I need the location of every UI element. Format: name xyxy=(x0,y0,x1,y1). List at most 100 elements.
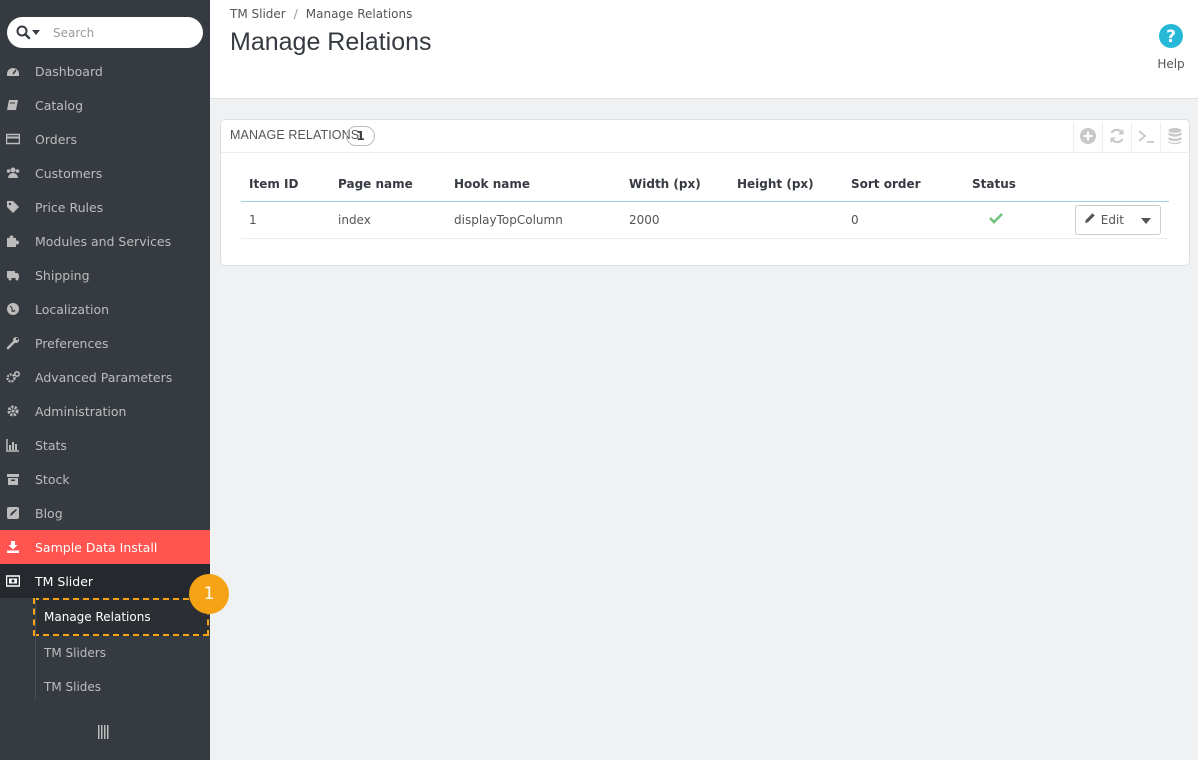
edit-button-group: Edit xyxy=(1074,204,1161,235)
status-check-icon[interactable] xyxy=(989,213,1003,227)
sidebar-item-label: Advanced Parameters xyxy=(35,369,173,385)
sidebar-item-stats[interactable]: Stats xyxy=(0,428,210,462)
sidebar-item-preferences[interactable]: Preferences xyxy=(0,326,210,360)
sidebar-item-shipping[interactable]: Shipping xyxy=(0,258,210,292)
step-annotation-badge: 1 xyxy=(189,574,229,614)
cell-actions: Edit xyxy=(1028,201,1169,239)
page-header: TM Slider / Manage Relations Manage Rela… xyxy=(210,0,1198,99)
table-row[interactable]: 1 index displayTopColumn 2000 0 Edit xyxy=(241,201,1169,239)
edit-button[interactable]: Edit xyxy=(1076,206,1132,234)
wrench-icon xyxy=(6,336,20,350)
submenu-item-tm-sliders[interactable]: TM Sliders xyxy=(0,636,210,670)
column-header-page-name[interactable]: Page name xyxy=(330,167,446,202)
collapse-sidebar-icon[interactable] xyxy=(98,725,110,739)
edit-icon xyxy=(6,506,20,520)
submenu-rail xyxy=(35,598,36,700)
submenu-item-label: Manage Relations xyxy=(44,610,151,624)
sidebar-item-label: TM Slider xyxy=(35,573,94,589)
column-header-item-id[interactable]: Item ID xyxy=(241,167,330,202)
submenu-item-manage-relations[interactable]: Manage Relations xyxy=(33,598,209,636)
plus-circle-icon xyxy=(1079,127,1097,148)
sidebar-item-label: Stock xyxy=(35,471,70,487)
add-new-button[interactable] xyxy=(1073,122,1102,153)
archive-icon xyxy=(6,472,20,486)
truck-icon xyxy=(6,268,20,282)
sidebar-item-administration[interactable]: Administration xyxy=(0,394,210,428)
sidebar: Dashboard Catalog Orders Customers Price… xyxy=(0,0,210,760)
cell-height xyxy=(729,201,843,239)
tags-icon xyxy=(6,200,20,214)
refresh-icon xyxy=(1108,127,1126,148)
sidebar-item-orders[interactable]: Orders xyxy=(0,122,210,156)
panel-toolbar xyxy=(1073,122,1189,153)
sidebar-item-catalog[interactable]: Catalog xyxy=(0,88,210,122)
column-header-sort-order[interactable]: Sort order xyxy=(843,167,964,202)
sidebar-item-tm-slider[interactable]: TM Slider xyxy=(0,564,210,598)
submenu-item-tm-slides[interactable]: TM Slides xyxy=(0,670,210,704)
sidebar-item-localization[interactable]: Localization xyxy=(0,292,210,326)
sidebar-item-dashboard[interactable]: Dashboard xyxy=(0,54,210,88)
slider-icon xyxy=(5,574,21,588)
bar-chart-icon xyxy=(6,438,20,452)
svg-text:?: ? xyxy=(1166,27,1176,47)
cell-page-name: index xyxy=(330,201,446,239)
column-header-hook-name[interactable]: Hook name xyxy=(446,167,621,202)
cell-hook-name: displayTopColumn xyxy=(446,201,621,239)
sidebar-item-blog[interactable]: Blog xyxy=(0,496,210,530)
panel-heading: MANAGE RELATIONS 1 xyxy=(221,120,1189,153)
sidebar-item-label: Stats xyxy=(35,437,67,453)
sidebar-item-price-rules[interactable]: Price Rules xyxy=(0,190,210,224)
relations-table: Item ID Page name Hook name Width (px) H… xyxy=(241,167,1169,239)
cog-icon xyxy=(6,404,20,418)
refresh-button[interactable] xyxy=(1102,122,1131,153)
breadcrumb-item[interactable]: TM Slider xyxy=(230,7,286,21)
panel-title: MANAGE RELATIONS xyxy=(230,128,360,142)
sidebar-item-label: Customers xyxy=(35,165,103,181)
count-badge: 1 xyxy=(346,126,375,146)
tm-slider-submenu: Manage Relations TM Sliders TM Slides xyxy=(0,598,210,704)
search-icon[interactable] xyxy=(16,25,44,41)
column-header-status[interactable]: Status xyxy=(964,167,1028,202)
search-box xyxy=(7,17,203,48)
search-input[interactable] xyxy=(53,23,193,43)
breadcrumb-item: Manage Relations xyxy=(305,7,413,21)
sidebar-item-sample-data-install[interactable]: Sample Data Install xyxy=(0,530,210,564)
sidebar-item-label: Shipping xyxy=(35,267,90,283)
sidebar-item-label: Orders xyxy=(35,131,78,147)
sidebar-item-stock[interactable]: Stock xyxy=(0,462,210,496)
cell-status xyxy=(964,201,1028,239)
sidebar-item-label: Administration xyxy=(35,403,127,419)
sidebar-item-label: Dashboard xyxy=(35,63,103,79)
credit-card-icon xyxy=(5,132,21,146)
cell-item-id: 1 xyxy=(241,201,330,239)
column-header-height[interactable]: Height (px) xyxy=(729,167,843,202)
sidebar-item-customers[interactable]: Customers xyxy=(0,156,210,190)
submenu-item-label: TM Sliders xyxy=(44,646,106,660)
sidebar-item-label: Blog xyxy=(35,505,63,521)
breadcrumb: TM Slider / Manage Relations xyxy=(230,7,412,21)
pencil-icon xyxy=(1084,212,1096,227)
cell-width: 2000 xyxy=(621,201,729,239)
help-button[interactable]: ? Help xyxy=(1156,24,1186,71)
column-header-width[interactable]: Width (px) xyxy=(621,167,729,202)
submenu-item-label: TM Slides xyxy=(44,680,102,694)
help-icon: ? xyxy=(1159,24,1183,48)
sidebar-item-label: Modules and Services xyxy=(35,233,172,249)
edit-label: Edit xyxy=(1100,212,1124,227)
dashboard-icon xyxy=(6,64,20,78)
sql-query-button[interactable] xyxy=(1131,122,1160,153)
sidebar-item-label: Sample Data Install xyxy=(35,539,158,555)
sidebar-item-modules[interactable]: Modules and Services xyxy=(0,224,210,258)
sidebar-item-label: Preferences xyxy=(35,335,109,351)
sidebar-item-advanced-parameters[interactable]: Advanced Parameters xyxy=(0,360,210,394)
terminal-icon xyxy=(1137,127,1155,148)
edit-dropdown-toggle[interactable] xyxy=(1132,206,1160,234)
caret-down-icon xyxy=(1141,213,1151,227)
sidebar-item-label: Price Rules xyxy=(35,199,104,215)
export-database-button[interactable] xyxy=(1160,122,1189,153)
breadcrumb-separator: / xyxy=(293,7,298,21)
help-label: Help xyxy=(1157,57,1185,71)
book-icon xyxy=(6,98,20,112)
database-icon xyxy=(1166,127,1184,148)
cogs-icon xyxy=(6,370,21,384)
